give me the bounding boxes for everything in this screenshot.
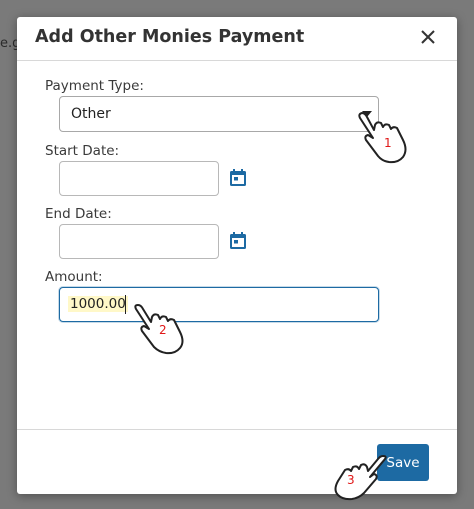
- text-cursor: [125, 295, 126, 314]
- start-date-input[interactable]: [59, 161, 219, 196]
- close-icon[interactable]: [417, 26, 439, 48]
- add-other-monies-dialog: Add Other Monies Payment Payment Type: O…: [17, 17, 457, 494]
- step-number-2: 2: [159, 323, 167, 337]
- payment-type-value: Other: [71, 106, 111, 122]
- step-number-1: 1: [384, 136, 392, 150]
- amount-value: 1000.00: [68, 296, 128, 312]
- hand-pointer-icon: [334, 455, 387, 501]
- start-date-label: Start Date:: [45, 143, 120, 159]
- footer-divider: [17, 429, 457, 430]
- dialog-title: Add Other Monies Payment: [35, 27, 305, 47]
- end-date-label: End Date:: [45, 206, 112, 222]
- step-number-3: 3: [347, 473, 355, 487]
- payment-type-label: Payment Type:: [45, 78, 144, 94]
- amount-input[interactable]: 1000.00: [59, 287, 379, 322]
- amount-label: Amount:: [45, 269, 103, 285]
- dialog-header: Add Other Monies Payment: [17, 17, 457, 61]
- payment-type-select[interactable]: Other: [59, 96, 379, 132]
- calendar-icon[interactable]: [228, 168, 248, 188]
- end-date-input[interactable]: [59, 224, 219, 259]
- calendar-icon[interactable]: [228, 231, 248, 251]
